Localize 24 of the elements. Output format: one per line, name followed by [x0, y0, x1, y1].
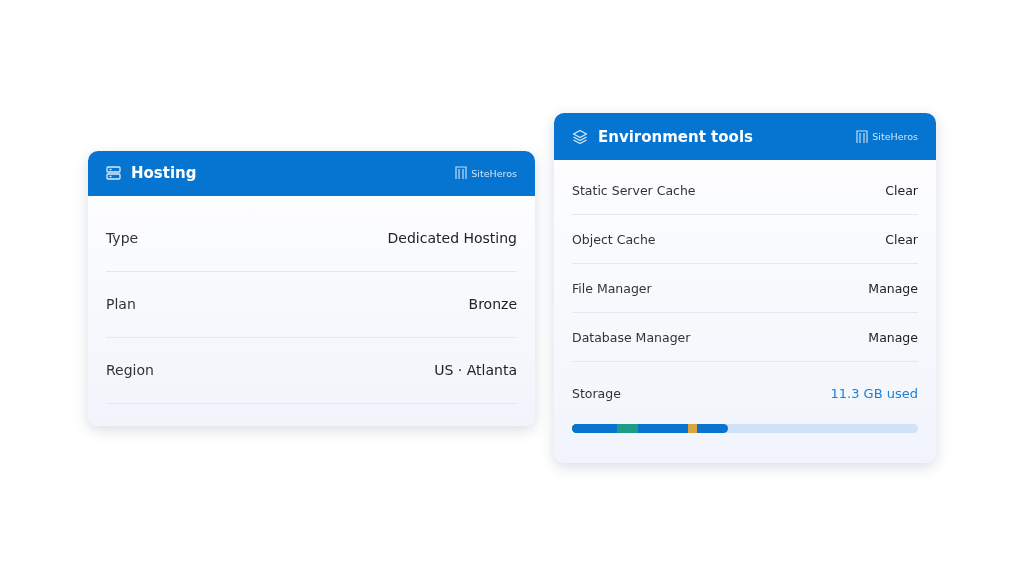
row-label: Plan — [106, 296, 136, 312]
logo-icon — [455, 166, 468, 180]
action-button[interactable]: Clear — [885, 180, 918, 200]
logo-icon — [856, 129, 869, 144]
card-title: Environment tools — [598, 127, 754, 146]
row-label: Region — [106, 362, 154, 378]
layers-icon — [572, 128, 588, 145]
action-button[interactable]: Manage — [868, 327, 918, 347]
row-value: Bronze — [468, 296, 517, 312]
row-label: Type — [106, 230, 139, 246]
brand-name: SiteHeros — [872, 131, 918, 142]
brand-name: SiteHeros — [471, 167, 517, 179]
card-title: Hosting — [131, 164, 198, 182]
row-value: US · Atlanta — [434, 362, 517, 378]
tool-label: Static Server Cache — [572, 182, 696, 198]
tool-label: Object Cache — [572, 231, 656, 247]
row-value: Dedicated Hosting — [387, 230, 517, 246]
action-button[interactable]: Manage — [868, 278, 918, 298]
server-icon — [106, 166, 121, 180]
action-button[interactable]: Clear — [885, 229, 918, 249]
storage-reading: 11.3 GB used — [830, 385, 918, 401]
storage-label: Storage — [572, 385, 621, 401]
tool-label: File Manager — [572, 280, 652, 296]
tool-label: Database Manager — [572, 329, 691, 345]
